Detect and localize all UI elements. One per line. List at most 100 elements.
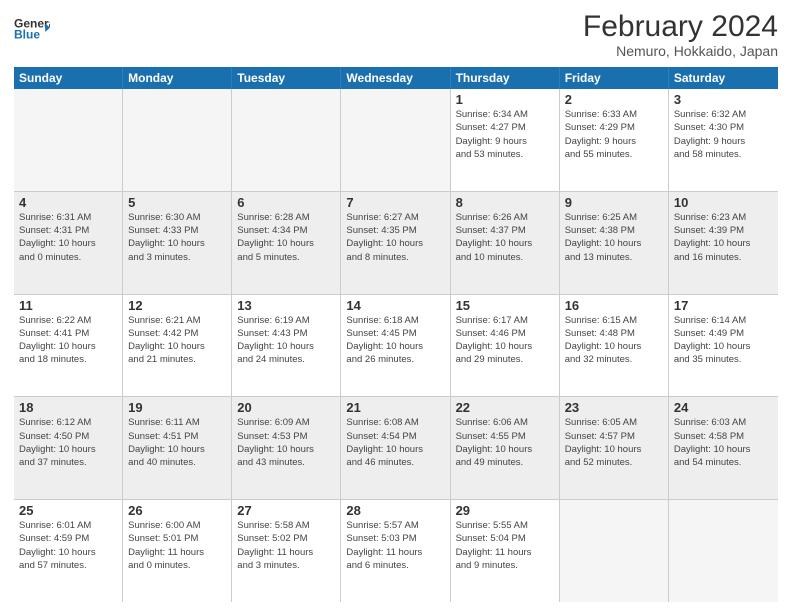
table-row: 18Sunrise: 6:12 AM Sunset: 4:50 PM Dayli…: [14, 397, 123, 499]
table-row: 15Sunrise: 6:17 AM Sunset: 4:46 PM Dayli…: [451, 295, 560, 397]
header: General Blue February 2024 Nemuro, Hokka…: [14, 10, 778, 59]
week-row-1: 1Sunrise: 6:34 AM Sunset: 4:27 PM Daylig…: [14, 89, 778, 192]
day-info: Sunrise: 6:32 AM Sunset: 4:30 PM Dayligh…: [674, 108, 773, 161]
day-info: Sunrise: 6:21 AM Sunset: 4:42 PM Dayligh…: [128, 314, 226, 367]
table-row: 27Sunrise: 5:58 AM Sunset: 5:02 PM Dayli…: [232, 500, 341, 602]
day-info: Sunrise: 6:12 AM Sunset: 4:50 PM Dayligh…: [19, 416, 117, 469]
header-friday: Friday: [560, 67, 669, 89]
calendar-header: Sunday Monday Tuesday Wednesday Thursday…: [14, 67, 778, 89]
header-wednesday: Wednesday: [341, 67, 450, 89]
table-row: 22Sunrise: 6:06 AM Sunset: 4:55 PM Dayli…: [451, 397, 560, 499]
table-row: 7Sunrise: 6:27 AM Sunset: 4:35 PM Daylig…: [341, 192, 450, 294]
logo: General Blue: [14, 10, 50, 46]
table-row: 16Sunrise: 6:15 AM Sunset: 4:48 PM Dayli…: [560, 295, 669, 397]
day-number: 26: [128, 503, 226, 518]
week-row-3: 11Sunrise: 6:22 AM Sunset: 4:41 PM Dayli…: [14, 295, 778, 398]
day-number: 2: [565, 92, 663, 107]
day-number: 28: [346, 503, 444, 518]
header-monday: Monday: [123, 67, 232, 89]
table-row: 6Sunrise: 6:28 AM Sunset: 4:34 PM Daylig…: [232, 192, 341, 294]
week-row-5: 25Sunrise: 6:01 AM Sunset: 4:59 PM Dayli…: [14, 500, 778, 602]
day-info: Sunrise: 6:19 AM Sunset: 4:43 PM Dayligh…: [237, 314, 335, 367]
header-thursday: Thursday: [451, 67, 560, 89]
day-info: Sunrise: 5:57 AM Sunset: 5:03 PM Dayligh…: [346, 519, 444, 572]
table-row: 21Sunrise: 6:08 AM Sunset: 4:54 PM Dayli…: [341, 397, 450, 499]
header-sunday: Sunday: [14, 67, 123, 89]
day-number: 7: [346, 195, 444, 210]
day-info: Sunrise: 6:06 AM Sunset: 4:55 PM Dayligh…: [456, 416, 554, 469]
table-row: 25Sunrise: 6:01 AM Sunset: 4:59 PM Dayli…: [14, 500, 123, 602]
day-number: 18: [19, 400, 117, 415]
day-number: 6: [237, 195, 335, 210]
day-info: Sunrise: 6:03 AM Sunset: 4:58 PM Dayligh…: [674, 416, 773, 469]
table-row: [669, 500, 778, 602]
table-row: 23Sunrise: 6:05 AM Sunset: 4:57 PM Dayli…: [560, 397, 669, 499]
table-row: 24Sunrise: 6:03 AM Sunset: 4:58 PM Dayli…: [669, 397, 778, 499]
table-row: 3Sunrise: 6:32 AM Sunset: 4:30 PM Daylig…: [669, 89, 778, 191]
table-row: 2Sunrise: 6:33 AM Sunset: 4:29 PM Daylig…: [560, 89, 669, 191]
header-tuesday: Tuesday: [232, 67, 341, 89]
day-info: Sunrise: 6:11 AM Sunset: 4:51 PM Dayligh…: [128, 416, 226, 469]
day-number: 8: [456, 195, 554, 210]
table-row: 4Sunrise: 6:31 AM Sunset: 4:31 PM Daylig…: [14, 192, 123, 294]
table-row: [560, 500, 669, 602]
table-row: 14Sunrise: 6:18 AM Sunset: 4:45 PM Dayli…: [341, 295, 450, 397]
day-info: Sunrise: 6:23 AM Sunset: 4:39 PM Dayligh…: [674, 211, 773, 264]
day-number: 5: [128, 195, 226, 210]
table-row: 26Sunrise: 6:00 AM Sunset: 5:01 PM Dayli…: [123, 500, 232, 602]
day-info: Sunrise: 6:01 AM Sunset: 4:59 PM Dayligh…: [19, 519, 117, 572]
day-info: Sunrise: 6:26 AM Sunset: 4:37 PM Dayligh…: [456, 211, 554, 264]
day-number: 27: [237, 503, 335, 518]
day-info: Sunrise: 6:28 AM Sunset: 4:34 PM Dayligh…: [237, 211, 335, 264]
table-row: 11Sunrise: 6:22 AM Sunset: 4:41 PM Dayli…: [14, 295, 123, 397]
header-saturday: Saturday: [669, 67, 778, 89]
table-row: [341, 89, 450, 191]
svg-text:Blue: Blue: [14, 28, 40, 42]
day-number: 17: [674, 298, 773, 313]
day-info: Sunrise: 5:58 AM Sunset: 5:02 PM Dayligh…: [237, 519, 335, 572]
day-info: Sunrise: 6:08 AM Sunset: 4:54 PM Dayligh…: [346, 416, 444, 469]
week-row-4: 18Sunrise: 6:12 AM Sunset: 4:50 PM Dayli…: [14, 397, 778, 500]
table-row: 8Sunrise: 6:26 AM Sunset: 4:37 PM Daylig…: [451, 192, 560, 294]
day-number: 23: [565, 400, 663, 415]
day-info: Sunrise: 6:30 AM Sunset: 4:33 PM Dayligh…: [128, 211, 226, 264]
table-row: 20Sunrise: 6:09 AM Sunset: 4:53 PM Dayli…: [232, 397, 341, 499]
day-info: Sunrise: 6:33 AM Sunset: 4:29 PM Dayligh…: [565, 108, 663, 161]
day-number: 9: [565, 195, 663, 210]
day-info: Sunrise: 6:05 AM Sunset: 4:57 PM Dayligh…: [565, 416, 663, 469]
day-info: Sunrise: 6:18 AM Sunset: 4:45 PM Dayligh…: [346, 314, 444, 367]
table-row: 12Sunrise: 6:21 AM Sunset: 4:42 PM Dayli…: [123, 295, 232, 397]
table-row: 10Sunrise: 6:23 AM Sunset: 4:39 PM Dayli…: [669, 192, 778, 294]
calendar-body: 1Sunrise: 6:34 AM Sunset: 4:27 PM Daylig…: [14, 89, 778, 602]
day-number: 4: [19, 195, 117, 210]
table-row: 9Sunrise: 6:25 AM Sunset: 4:38 PM Daylig…: [560, 192, 669, 294]
title-section: February 2024 Nemuro, Hokkaido, Japan: [583, 10, 778, 59]
day-info: Sunrise: 6:31 AM Sunset: 4:31 PM Dayligh…: [19, 211, 117, 264]
day-number: 24: [674, 400, 773, 415]
day-number: 13: [237, 298, 335, 313]
day-number: 3: [674, 92, 773, 107]
day-info: Sunrise: 6:15 AM Sunset: 4:48 PM Dayligh…: [565, 314, 663, 367]
table-row: 1Sunrise: 6:34 AM Sunset: 4:27 PM Daylig…: [451, 89, 560, 191]
day-number: 29: [456, 503, 554, 518]
table-row: 17Sunrise: 6:14 AM Sunset: 4:49 PM Dayli…: [669, 295, 778, 397]
day-number: 20: [237, 400, 335, 415]
table-row: 28Sunrise: 5:57 AM Sunset: 5:03 PM Dayli…: [341, 500, 450, 602]
day-info: Sunrise: 6:22 AM Sunset: 4:41 PM Dayligh…: [19, 314, 117, 367]
day-number: 21: [346, 400, 444, 415]
table-row: 5Sunrise: 6:30 AM Sunset: 4:33 PM Daylig…: [123, 192, 232, 294]
day-number: 12: [128, 298, 226, 313]
table-row: [123, 89, 232, 191]
table-row: [232, 89, 341, 191]
day-number: 11: [19, 298, 117, 313]
day-number: 10: [674, 195, 773, 210]
day-info: Sunrise: 6:17 AM Sunset: 4:46 PM Dayligh…: [456, 314, 554, 367]
day-info: Sunrise: 6:09 AM Sunset: 4:53 PM Dayligh…: [237, 416, 335, 469]
day-info: Sunrise: 6:27 AM Sunset: 4:35 PM Dayligh…: [346, 211, 444, 264]
day-info: Sunrise: 6:34 AM Sunset: 4:27 PM Dayligh…: [456, 108, 554, 161]
day-number: 14: [346, 298, 444, 313]
day-info: Sunrise: 6:25 AM Sunset: 4:38 PM Dayligh…: [565, 211, 663, 264]
table-row: 29Sunrise: 5:55 AM Sunset: 5:04 PM Dayli…: [451, 500, 560, 602]
day-number: 22: [456, 400, 554, 415]
day-number: 16: [565, 298, 663, 313]
